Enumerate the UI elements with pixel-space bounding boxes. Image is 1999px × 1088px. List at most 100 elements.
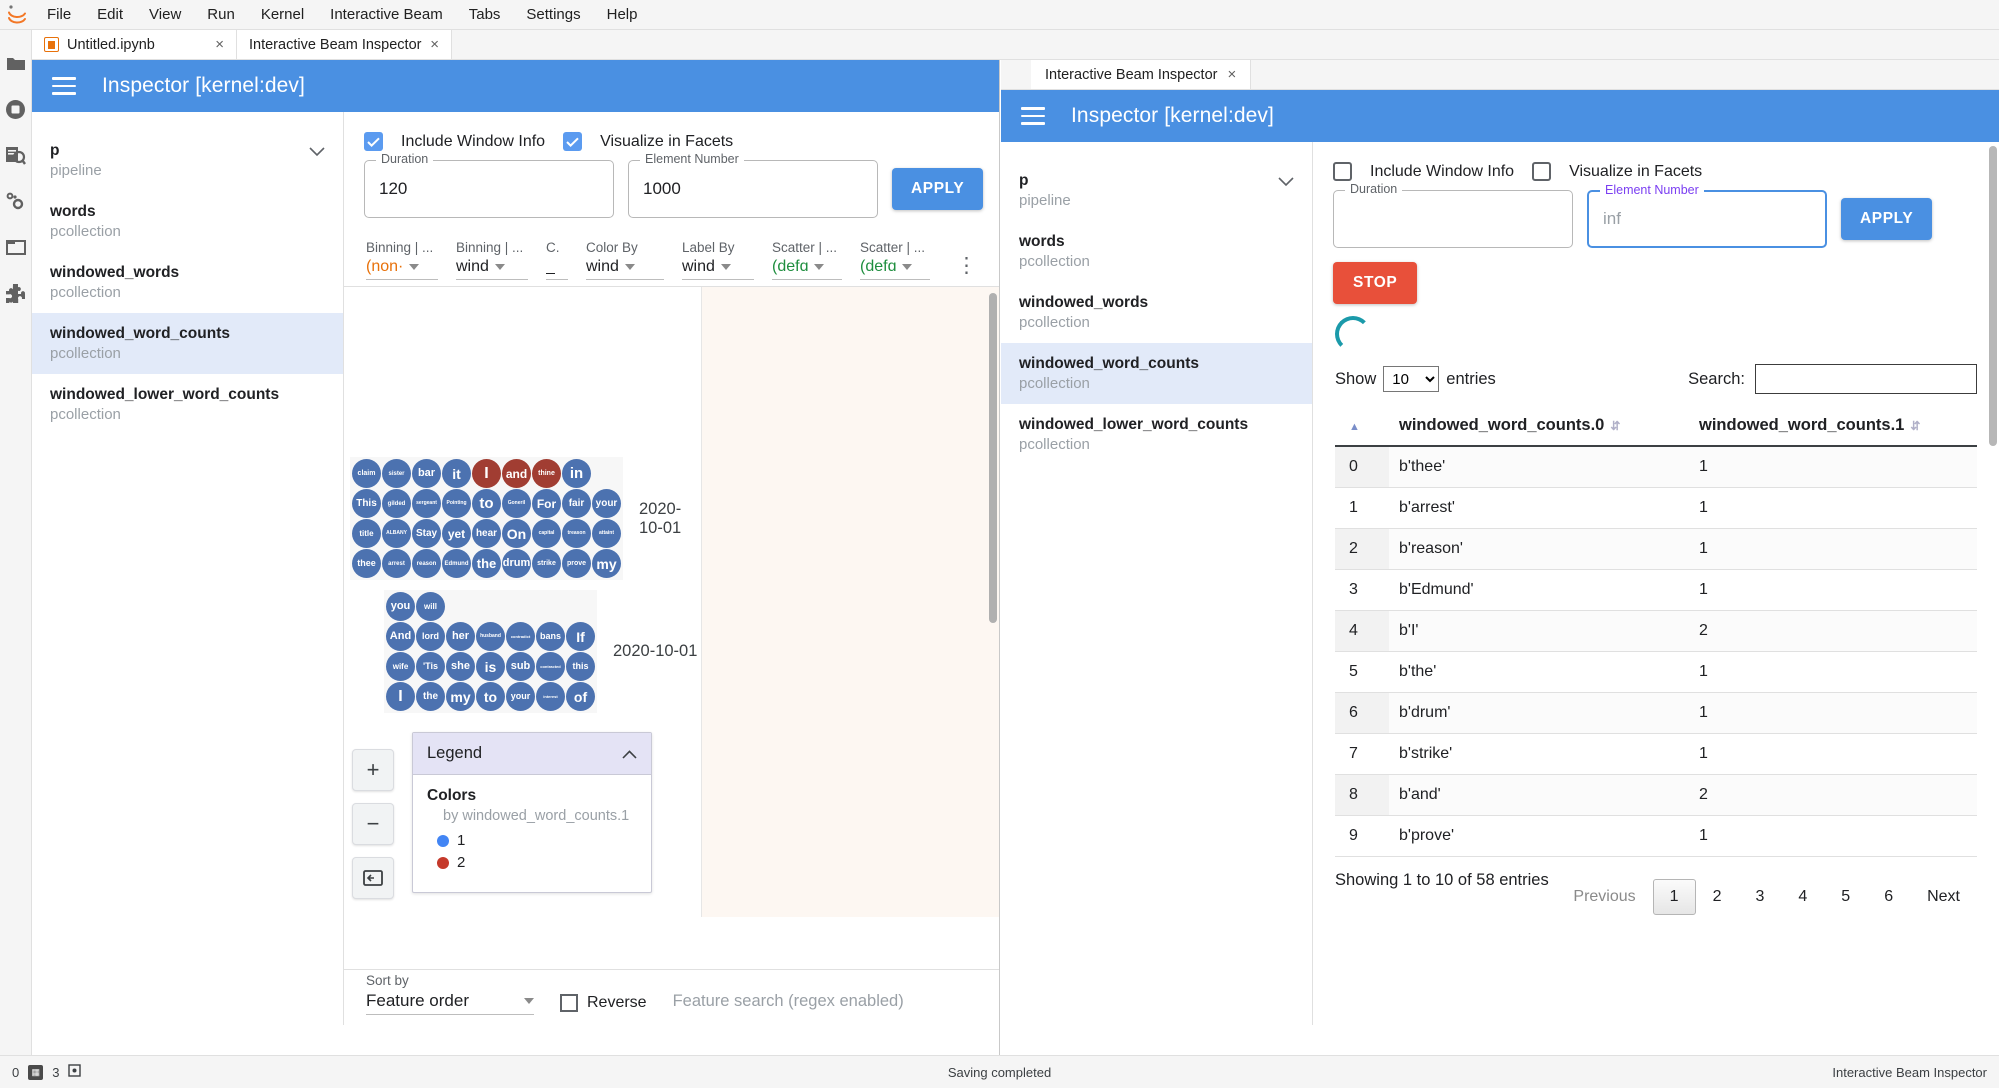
word-bubble[interactable]: sergeant: [412, 489, 441, 518]
color-by-selector[interactable]: Color By wind: [586, 240, 664, 280]
word-bubble[interactable]: arrest: [382, 549, 411, 578]
chevron-down-icon[interactable]: [409, 264, 420, 270]
visualize-in-facets-checkbox[interactable]: [1532, 162, 1552, 181]
close-icon[interactable]: ×: [430, 37, 439, 52]
word-bubble[interactable]: I: [386, 682, 415, 711]
table-row[interactable]: 3 b'Edmund' 1: [1335, 569, 1977, 611]
word-bubble[interactable]: 'Tis: [416, 652, 445, 681]
table-row[interactable]: 6 b'drum' 1: [1335, 692, 1977, 734]
word-bubble[interactable]: my: [446, 682, 475, 711]
pagination-page-5[interactable]: 5: [1824, 879, 1867, 915]
word-bubble[interactable]: you: [386, 592, 415, 621]
legend-header[interactable]: Legend: [413, 733, 651, 775]
chevron-down-icon[interactable]: [902, 264, 913, 270]
legend-entry[interactable]: 2: [437, 854, 637, 871]
word-bubble[interactable]: And: [386, 622, 415, 651]
word-bubble[interactable]: sister: [382, 459, 411, 488]
include-window-info-checkbox[interactable]: [364, 132, 383, 151]
sidebar-item-windowed-word-counts[interactable]: windowed_word_counts pcollection: [32, 313, 343, 374]
extensions-puzzle-icon[interactable]: [0, 270, 32, 316]
menu-edit[interactable]: Edit: [84, 0, 136, 30]
word-bubble[interactable]: attaint: [592, 519, 621, 548]
word-bubble[interactable]: to: [476, 682, 505, 711]
word-bubble[interactable]: thee: [352, 549, 381, 578]
hamburger-icon[interactable]: [52, 77, 76, 95]
visualize-in-facets-checkbox[interactable]: [563, 132, 583, 151]
zoom-out-icon[interactable]: −: [352, 803, 394, 845]
commands-search-icon[interactable]: [0, 132, 32, 178]
pagination-page-2[interactable]: 2: [1696, 879, 1739, 915]
word-bubble[interactable]: Stay: [412, 519, 441, 548]
menu-settings[interactable]: Settings: [513, 0, 593, 30]
feature-search-input[interactable]: Feature search (regex enabled): [673, 992, 904, 1015]
word-bubble[interactable]: fair: [562, 489, 591, 518]
word-bubble[interactable]: reason: [412, 549, 441, 578]
stop-button[interactable]: STOP: [1333, 262, 1418, 304]
word-bubble[interactable]: the: [416, 682, 445, 711]
sort-by-selector[interactable]: Sort by Feature order: [366, 973, 534, 1015]
word-bubble[interactable]: Edmund: [442, 549, 471, 578]
kernel-icon[interactable]: ▦: [28, 1064, 44, 1080]
fit-to-screen-icon[interactable]: [352, 857, 394, 899]
chevron-down-icon[interactable]: [524, 998, 534, 1004]
status-gear-icon[interactable]: [68, 1064, 82, 1080]
column-windowed-word-counts-1[interactable]: windowed_word_counts.1 ⇵: [1689, 408, 1977, 447]
label-by-selector[interactable]: Label By wind: [682, 240, 754, 280]
word-bubble[interactable]: title: [352, 519, 381, 548]
menu-interactive-beam[interactable]: Interactive Beam: [317, 0, 456, 30]
word-bubble[interactable]: she: [446, 652, 475, 681]
word-bubble[interactable]: claim: [352, 459, 381, 488]
word-bubble[interactable]: your: [592, 489, 621, 518]
duration-field[interactable]: Duration: [1333, 182, 1573, 248]
count-selector[interactable]: C. _: [546, 240, 568, 280]
word-bubble[interactable]: lord: [416, 622, 445, 651]
menu-help[interactable]: Help: [594, 0, 651, 30]
word-bubble[interactable]: the: [472, 549, 501, 578]
word-bubble[interactable]: thine: [532, 459, 561, 488]
sidebar-item-windowed-lower-word-counts[interactable]: windowed_lower_word_counts pcollection: [1001, 404, 1312, 465]
word-bubble[interactable]: will: [416, 592, 445, 621]
column-index[interactable]: ▲: [1335, 408, 1389, 447]
word-bubble[interactable]: I: [472, 459, 501, 488]
word-bubble[interactable]: contradict: [506, 622, 535, 651]
word-bubble[interactable]: strike: [532, 549, 561, 578]
table-row[interactable]: 0 b'thee' 1: [1335, 446, 1977, 488]
folder-icon[interactable]: [0, 40, 32, 86]
facets-plot-area[interactable]: claim sister bar it Iand thine in This gilded ser…: [344, 287, 702, 917]
chevron-down-icon[interactable]: [494, 264, 505, 270]
word-bubble[interactable]: contracted: [536, 652, 565, 681]
binning-y-selector[interactable]: Binning | ... wind: [456, 240, 528, 280]
word-bubble[interactable]: capital: [532, 519, 561, 548]
hamburger-icon[interactable]: [1021, 107, 1045, 125]
open-tabs-icon[interactable]: [0, 224, 32, 270]
facets-scrollbar[interactable]: [989, 293, 997, 623]
element-number-field[interactable]: Element Number 1000: [628, 152, 878, 218]
chevron-down-icon[interactable]: [624, 264, 635, 270]
menu-run[interactable]: Run: [194, 0, 248, 30]
chevron-up-icon[interactable]: [622, 746, 637, 762]
legend-entry[interactable]: 1: [437, 832, 637, 849]
apply-button[interactable]: APPLY: [1841, 198, 1933, 240]
word-bubble[interactable]: interest: [536, 682, 565, 711]
word-bubble[interactable]: yet: [442, 519, 471, 548]
reverse-toggle[interactable]: Reverse: [560, 994, 647, 1015]
sidebar-item-words[interactable]: words pcollection: [1001, 221, 1312, 282]
tab-interactive-beam-inspector[interactable]: Interactive Beam Inspector ×: [237, 30, 452, 59]
word-bubble[interactable]: my: [592, 549, 621, 578]
word-bubble[interactable]: prove: [562, 549, 591, 578]
chevron-down-icon[interactable]: [1278, 172, 1294, 190]
table-row[interactable]: 2 b'reason' 1: [1335, 528, 1977, 570]
reverse-checkbox[interactable]: [560, 994, 578, 1012]
word-bubble[interactable]: her: [446, 622, 475, 651]
word-bubble[interactable]: is: [476, 652, 505, 681]
word-bubble[interactable]: of: [566, 682, 595, 711]
table-row[interactable]: 4 b'I' 2: [1335, 610, 1977, 652]
pagination-previous[interactable]: Previous: [1556, 879, 1652, 915]
word-bubble[interactable]: your: [506, 682, 535, 711]
more-vertical-icon[interactable]: ⋮: [956, 255, 977, 280]
column-windowed-word-counts-0[interactable]: windowed_word_counts.0 ⇵: [1389, 408, 1689, 447]
page-size-select[interactable]: 102550100: [1383, 366, 1440, 392]
word-bubble[interactable]: Pointing: [442, 489, 471, 518]
word-bubble[interactable]: wife: [386, 652, 415, 681]
tab-untitled-notebook[interactable]: Untitled.ipynb ×: [32, 30, 237, 59]
